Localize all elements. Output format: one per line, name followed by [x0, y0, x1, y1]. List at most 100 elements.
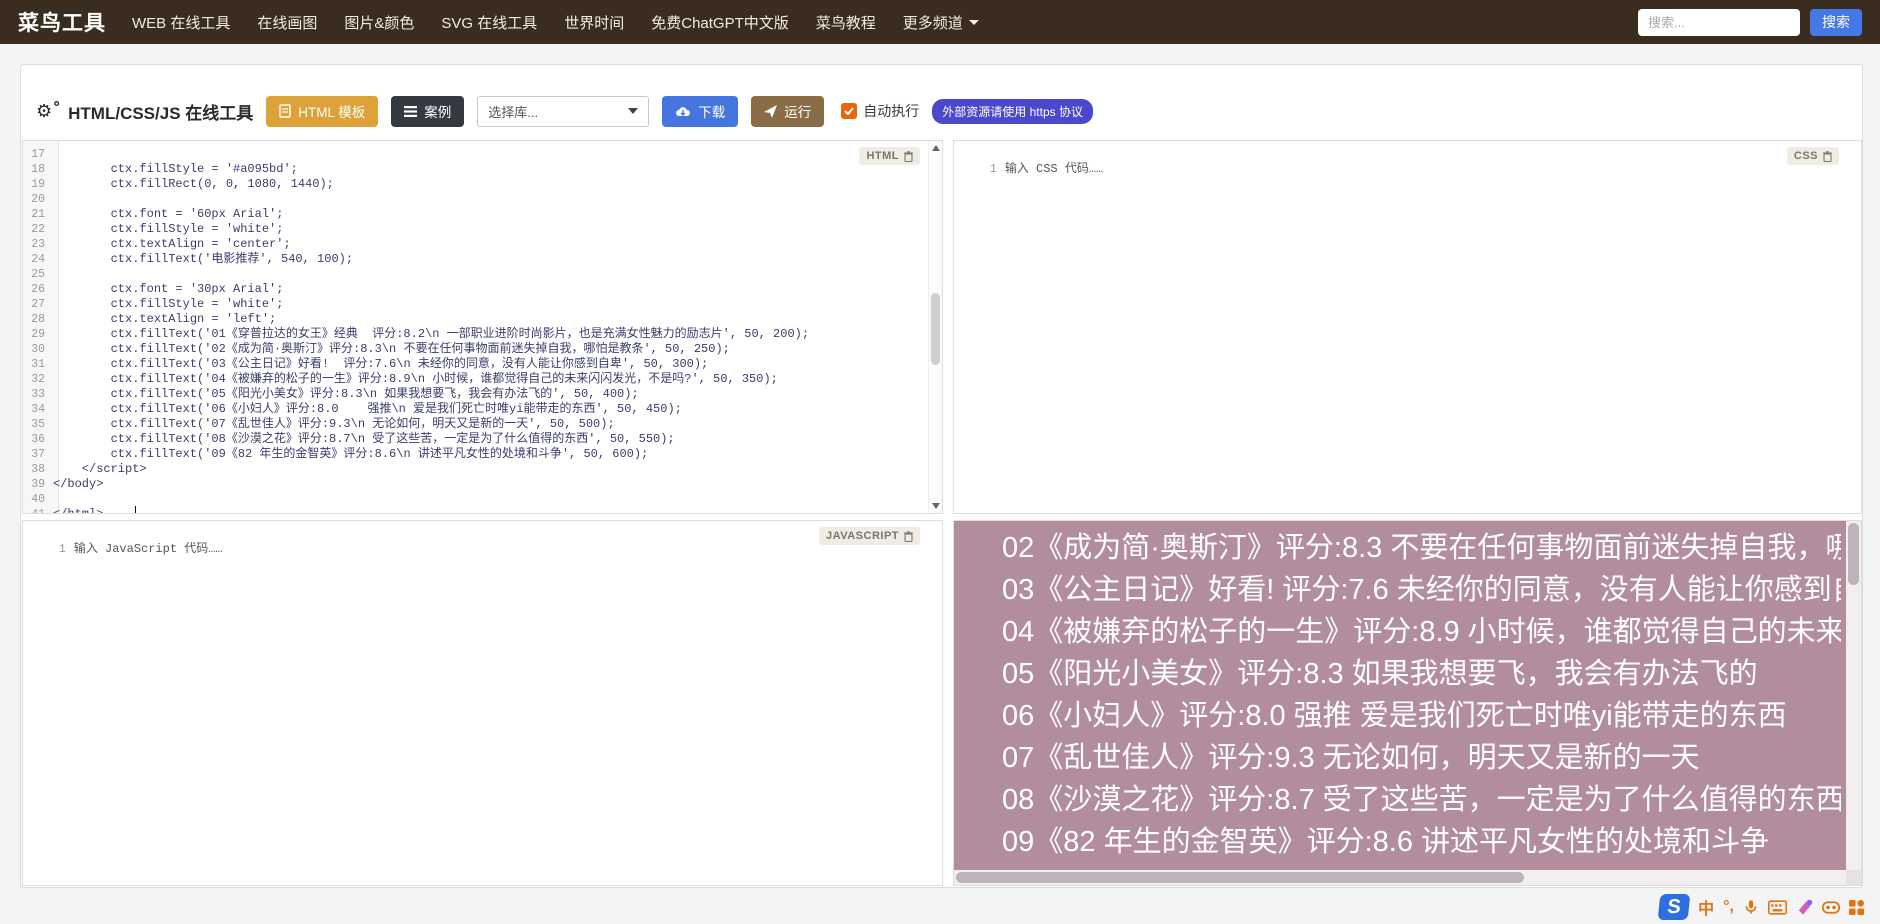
line-number: 27 — [31, 298, 45, 311]
text-cursor — [135, 506, 136, 513]
code-text: ctx.fillText('电影推荐', 540, 100); — [53, 252, 354, 266]
js-editor-panel[interactable]: 1 输入 JavaScript 代码…… JAVASCRIPT — [22, 520, 943, 886]
preview-vertical-scrollbar[interactable] — [1846, 521, 1861, 870]
code-text: ctx.fillText('03《公主日记》好看! 评分:7.6\n 未经你的同… — [53, 357, 709, 371]
emoji-icon[interactable] — [1822, 900, 1840, 914]
code-text: </body> — [53, 477, 104, 491]
nav-menu-item[interactable]: 在线画图 — [257, 12, 317, 33]
html-editor-code-area[interactable]: 17 18 ctx.fillStyle = '#a095bd'; 19 ctx.… — [23, 141, 942, 513]
line-number: 31 — [31, 358, 45, 371]
line-number: 39 — [31, 478, 45, 491]
code-line: 23 ctx.textAlign = 'center'; — [23, 237, 928, 252]
preview-text-line: 06《小妇人》评分:8.0 强推 爱是我们死亡时唯yi能带走的东西 — [1002, 700, 1787, 732]
nav-menu-item[interactable]: 世界时间 — [564, 12, 624, 33]
code-text: </script> — [53, 462, 147, 476]
code-line: 28 ctx.textAlign = 'left'; — [23, 312, 928, 327]
code-text: ctx.fillStyle = 'white'; — [53, 297, 284, 311]
nav-menu-item[interactable]: 图片&颜色 — [344, 12, 414, 33]
code-text: ctx.font = '60px Arial'; — [53, 207, 284, 221]
code-text: ctx.fillRect(0, 0, 1080, 1440); — [53, 177, 334, 191]
run-button[interactable]: 运行 — [751, 95, 825, 127]
code-text: ctx.font = '30px Arial'; — [53, 282, 284, 296]
nav-more-channels[interactable]: 更多频道 — [903, 12, 979, 33]
trash-icon — [904, 530, 913, 542]
line-number: 36 — [31, 433, 45, 446]
code-line: 32 ctx.fillText('04《被嫌弃的松子的一生》评分:8.9\n 小… — [23, 372, 928, 387]
code-text: ctx.fillText('07《乱世佳人》评分:9.3\n 无论如何，明天又是… — [53, 417, 615, 431]
line-number: 33 — [31, 388, 45, 401]
line-number: 41 — [23, 507, 53, 513]
autorun-checkbox[interactable] — [841, 103, 858, 119]
nav-menu-item[interactable]: SVG 在线工具 — [441, 12, 537, 33]
select-chevron-icon — [628, 108, 639, 114]
search-input[interactable] — [1638, 8, 1800, 36]
nav-menu-item[interactable]: 免费ChatGPT中文版 — [651, 12, 789, 33]
download-button[interactable]: 下载 — [662, 95, 739, 127]
ime-tray: S 中 °, — [1657, 894, 1864, 920]
line-number: 17 — [31, 148, 45, 161]
html-template-button[interactable]: HTML 模板 — [266, 95, 379, 127]
code-text: ctx.fillStyle = '#a095bd'; — [53, 162, 298, 176]
nav-menu-item[interactable]: WEB 在线工具 — [132, 12, 230, 33]
code-text: ctx.fillText('06《小妇人》评分:8.0 强推\n 爱是我们死亡时… — [53, 402, 682, 416]
code-line: 38 </script> — [23, 462, 928, 477]
line-number: 18 — [31, 163, 45, 176]
code-line: 21 ctx.font = '60px Arial'; — [23, 207, 928, 222]
line-number: 19 — [31, 178, 45, 191]
cloud-download-icon — [676, 106, 691, 116]
line-number: 40 — [31, 493, 45, 506]
nav-menu: WEB 在线工具 在线画图 图片&颜色 SVG 在线工具 世界时间 免费ChatGPT中文… — [132, 12, 876, 33]
code-text: ctx.fillText('01《穿普拉达的女王》经典 评分:8.2\n 一部职… — [53, 327, 810, 341]
css-editor-panel[interactable]: 1 输入 CSS 代码…… CSS — [953, 140, 1862, 514]
chinese-mode-icon[interactable]: 中 — [1698, 895, 1714, 919]
code-line: 29 ctx.fillText('01《穿普拉达的女王》经典 评分:8.2\n … — [23, 327, 928, 342]
library-select-value: 选择库... — [488, 104, 539, 120]
code-line: 18 ctx.fillStyle = '#a095bd'; — [23, 162, 928, 177]
trash-icon — [1823, 150, 1832, 162]
preview-text-line: 08《沙漠之花》评分:8.7 受了这些苦，一定是为了什么值得的东西 — [1002, 784, 1841, 816]
html-editor-panel[interactable]: 17 18 ctx.fillStyle = '#a095bd'; 19 ctx.… — [22, 140, 943, 514]
html-code-lines: 17 18 ctx.fillStyle = '#a095bd'; 19 ctx.… — [23, 147, 928, 514]
library-select[interactable]: 选择库... — [477, 95, 650, 127]
html-editor-scrollbar[interactable] — [928, 141, 942, 513]
code-line: 35 ctx.fillText('07《乱世佳人》评分:9.3\n 无论如何，明… — [23, 417, 928, 432]
line-number: 32 — [31, 373, 45, 386]
preview-output-panel[interactable]: 02《成为简·奥斯汀》评分:8.3 不要在任何事物面前迷失掉自我，哪怕是教条 03… — [953, 520, 1862, 886]
keyboard-icon[interactable] — [1768, 899, 1787, 915]
line-number: 34 — [31, 403, 45, 416]
skin-icon[interactable] — [1796, 899, 1813, 916]
code-line: 36 ctx.fillText('08《沙漠之花》评分:8.7\n 受了这些苦，… — [23, 432, 928, 447]
brand-logo[interactable]: 菜鸟工具 — [18, 7, 106, 37]
scroll-up-arrow-icon[interactable] — [932, 145, 940, 151]
scrollbar-thumb[interactable] — [1848, 523, 1859, 585]
https-protocol-badge: 外部资源请使用 https 协议 — [932, 98, 1093, 124]
preview-text-line: 05《阳光小美女》评分:8.3 如果我想要飞，我会有办法飞的 — [1002, 658, 1758, 690]
code-line: 30 ctx.fillText('02《成为简·奥斯汀》评分:8.3\n 不要在… — [23, 342, 928, 357]
file-icon — [279, 104, 291, 118]
page-title: ⚙˚ HTML/CSS/JS 在线工具 — [36, 100, 254, 123]
search-button[interactable]: 搜索 — [1810, 8, 1862, 36]
html-panel-badge: HTML — [859, 147, 920, 165]
preview-horizontal-scrollbar[interactable] — [954, 870, 1846, 885]
line-number: 25 — [31, 268, 45, 281]
code-line: 27 ctx.fillStyle = 'white'; — [23, 297, 928, 312]
code-line: 20 — [23, 192, 928, 207]
toolbox-grid-icon[interactable] — [1849, 899, 1864, 915]
microphone-icon[interactable] — [1743, 898, 1759, 916]
code-line: 22 ctx.fillStyle = 'white'; — [23, 222, 928, 237]
scroll-down-arrow-icon[interactable] — [932, 503, 940, 509]
scrollbar-thumb[interactable] — [931, 293, 940, 365]
sogou-logo[interactable]: S — [1657, 894, 1691, 920]
line-number: 22 — [31, 223, 45, 236]
scrollbar-thumb[interactable] — [956, 872, 1524, 883]
code-text: </html> — [53, 507, 104, 514]
line-number: 30 — [31, 343, 45, 356]
code-line: 24 ctx.fillText('电影推荐', 540, 100); — [23, 252, 928, 267]
nav-menu-item[interactable]: 菜鸟教程 — [816, 12, 876, 33]
line-number: 20 — [31, 193, 45, 206]
examples-button[interactable]: 案例 — [391, 95, 465, 127]
punctuation-icon[interactable]: °, — [1723, 898, 1734, 916]
line-number: 28 — [31, 313, 45, 326]
gears-icon: ⚙˚ — [36, 100, 62, 122]
code-line: 17 — [23, 147, 928, 162]
